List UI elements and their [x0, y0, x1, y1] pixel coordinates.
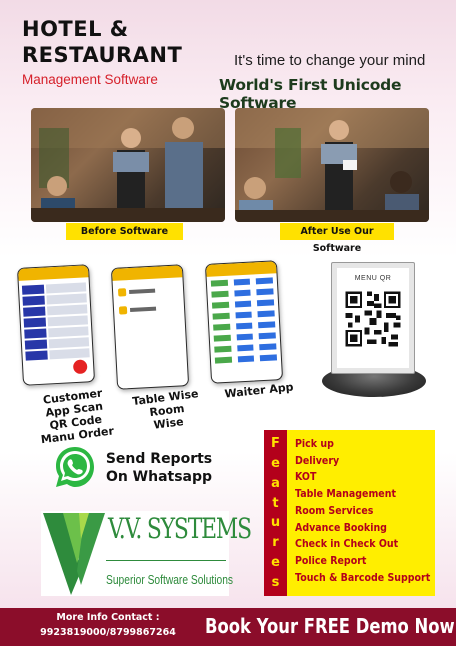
features-letter: r	[272, 535, 279, 551]
features-list: Pick up Delivery KOT Table Management Ro…	[287, 430, 435, 596]
book-demo-cta[interactable]: Book Your FREE Demo Now	[205, 614, 455, 638]
company-name: V.V. SYSTEMS	[108, 512, 252, 545]
feature-item: Advance Booking	[295, 520, 387, 534]
after-photo	[235, 108, 429, 222]
feature-item: KOT	[295, 470, 317, 484]
brand-subtitle: Management Software	[22, 72, 158, 87]
customer-app-label: Customer App Scan QR Code Manu Order	[40, 386, 115, 447]
features-letter: e	[271, 456, 280, 472]
features-side-label: F e a t u r e s	[264, 430, 287, 596]
app-header-bar	[111, 265, 183, 281]
feature-item: Room Services	[295, 503, 374, 517]
room-icon	[117, 288, 127, 297]
feature-item: Police Report	[295, 553, 367, 567]
table-icon	[118, 306, 128, 315]
feature-item: Delivery	[295, 453, 340, 467]
table-app-phone	[110, 264, 190, 390]
menu-qr-label: MENU QR	[354, 275, 392, 282]
cart-icon	[72, 359, 88, 375]
tagline: It's time to change your mind	[234, 52, 426, 69]
feature-item: Touch & Barcode Support	[295, 570, 431, 584]
logo-divider	[106, 560, 226, 561]
contact-phone[interactable]: 9923819000/8799867264	[30, 627, 186, 638]
headline: World's First Unicode Software	[219, 76, 402, 112]
company-tagline: Superior Software Solutions	[106, 573, 234, 587]
features-letter: e	[271, 554, 280, 570]
waiter-app-label: Waiter App	[223, 380, 295, 401]
contact-label: More Info Contact :	[56, 612, 160, 623]
vv-logo-mark-icon	[43, 513, 105, 595]
brand-title: HOTEL & RESTAURANT	[22, 17, 183, 67]
before-caption: Before Software	[66, 223, 183, 240]
feature-item: Pick up	[295, 437, 334, 450]
feature-item: Table Management	[295, 487, 396, 501]
customer-app-phone	[16, 264, 96, 386]
whatsapp-icon	[56, 447, 94, 487]
features-letter: t	[272, 495, 279, 511]
features-letter: a	[271, 475, 280, 491]
before-photo	[31, 108, 225, 222]
features-letter: F	[271, 436, 280, 452]
whatsapp-text: Send Reports On Whatsapp	[105, 451, 213, 485]
table-app-label: Table Wise Room Wise	[131, 387, 200, 432]
qr-code-icon	[343, 289, 403, 349]
waiter-app-phone	[204, 260, 284, 384]
features-letter: s	[271, 574, 280, 590]
after-caption: After Use Our Software	[280, 223, 394, 254]
feature-item: Check in Check Out	[295, 537, 399, 551]
features-letter: u	[270, 515, 281, 531]
